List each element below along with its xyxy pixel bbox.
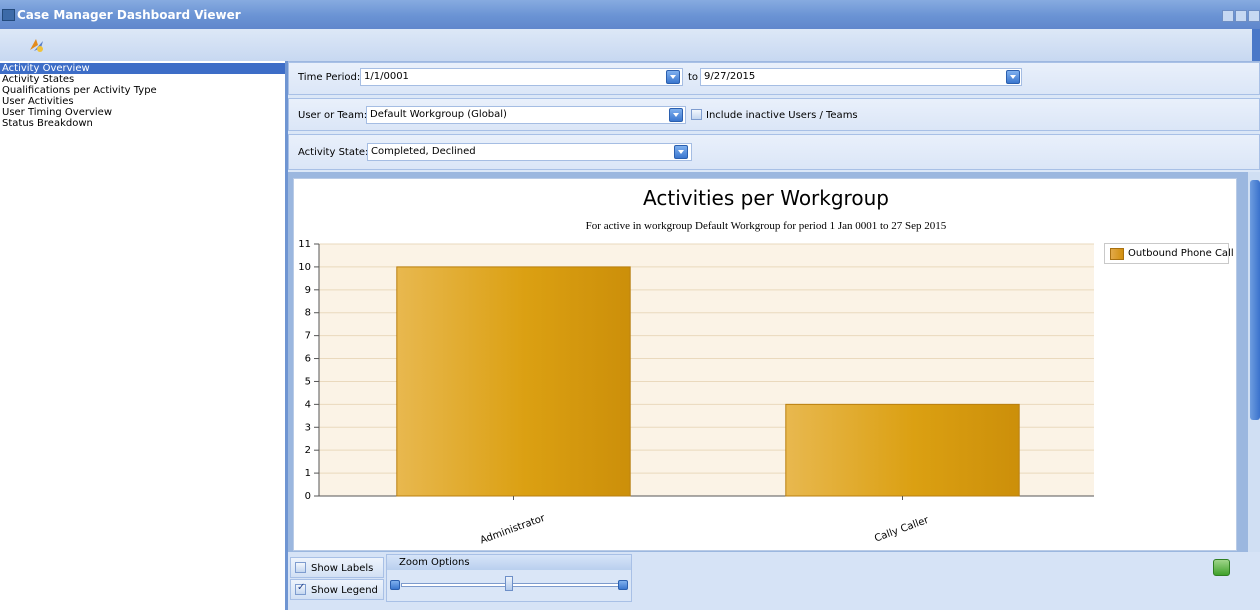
legend-swatch (1110, 248, 1124, 260)
y-tick-label: 0 (305, 491, 311, 502)
window-title: Case Manager Dashboard Viewer (17, 8, 241, 22)
list-item-user-activities[interactable]: User Activities (0, 96, 285, 107)
zoom-options-group: Zoom Options (386, 554, 632, 602)
zoom-out-button[interactable] (390, 580, 400, 590)
y-tick-label: 9 (305, 285, 311, 296)
show-legend-checkbox[interactable] (295, 582, 306, 595)
chart-title: Activities per Workgroup (643, 186, 889, 210)
y-tick-label: 6 (305, 354, 311, 365)
bar (785, 403, 1020, 497)
activity-state-dropdown-button[interactable] (674, 145, 688, 159)
x-tick-label: Cally Caller (873, 514, 931, 544)
to-label: to (688, 72, 699, 83)
y-tick-label: 7 (305, 331, 311, 342)
bar-chart: 0 1 2 3 4 5 6 7 8 9 10 11 Administrator Cally Caller (298, 239, 1094, 547)
user-team-value: Default Workgroup (Global) (370, 109, 507, 120)
list-item-activity-states[interactable]: Activity States (0, 74, 285, 85)
user-team-dropdown-button[interactable] (669, 108, 683, 122)
y-tick-label: 8 (305, 308, 311, 319)
time-from-dropdown-button[interactable] (666, 70, 680, 84)
y-tick-label: 4 (305, 399, 311, 410)
time-to-dropdown-button[interactable] (1006, 70, 1020, 84)
chart-panel: Activities per Workgroup For active in w… (293, 178, 1237, 551)
export-button[interactable] (1213, 559, 1230, 576)
toolbar (0, 29, 1260, 62)
time-period-label: Time Period: (298, 72, 361, 83)
close-button[interactable] (1248, 10, 1260, 22)
bar (396, 266, 631, 497)
y-tick-label: 10 (298, 262, 311, 273)
chart-subtitle: For active in workgroup Default Workgrou… (585, 220, 947, 232)
legend-label: Outbound Phone Call (1128, 248, 1234, 259)
dashboard-tool-icon[interactable] (28, 36, 46, 54)
user-team-label: User or Team: (298, 110, 368, 121)
user-team-combo[interactable]: Default Workgroup (Global) (366, 106, 686, 124)
app-icon (2, 9, 15, 21)
y-tick-label: 5 (305, 376, 311, 387)
show-labels-checkbox[interactable] (295, 562, 306, 573)
x-tick-label: Administrator (479, 513, 548, 547)
y-tick-label: 1 (305, 468, 311, 479)
activity-state-combo[interactable]: Completed, Declined (367, 143, 692, 161)
activity-state-label: Activity State: (298, 147, 369, 158)
zoom-options-header: Zoom Options (387, 555, 631, 570)
show-labels-option[interactable]: Show Labels (290, 557, 384, 578)
zoom-in-button[interactable] (618, 580, 628, 590)
show-labels-label: Show Labels (311, 563, 374, 574)
maximize-button[interactable] (1235, 10, 1247, 22)
zoom-slider-thumb[interactable] (505, 576, 513, 591)
list-item-user-timing[interactable]: User Timing Overview (0, 107, 285, 118)
list-item-qualifications[interactable]: Qualifications per Activity Type (0, 85, 285, 96)
time-to-value: 9/27/2015 (704, 71, 756, 82)
y-tick-label: 3 (305, 422, 311, 433)
show-legend-label: Show Legend (311, 585, 378, 596)
dashboard-list (0, 61, 288, 610)
time-from-value: 1/1/0001 (364, 71, 409, 82)
zoom-options-title: Zoom Options (399, 557, 470, 568)
time-to-combo[interactable]: 9/27/2015 (700, 68, 1022, 86)
minimize-button[interactable] (1222, 10, 1234, 22)
include-inactive-label: Include inactive Users / Teams (706, 110, 858, 121)
y-tick-label: 2 (305, 445, 311, 456)
chart-legend: Outbound Phone Call (1104, 243, 1234, 264)
toolbar-collapse-handle[interactable] (1252, 29, 1260, 61)
activity-state-value: Completed, Declined (371, 146, 476, 157)
list-item-status-breakdown[interactable]: Status Breakdown (0, 118, 285, 129)
list-item-activity-overview[interactable]: Activity Overview (0, 63, 285, 74)
include-inactive-checkbox[interactable] (691, 109, 702, 120)
scrollbar-thumb[interactable] (1250, 180, 1260, 420)
show-legend-option[interactable]: Show Legend (290, 579, 384, 600)
y-tick-label: 11 (298, 239, 311, 250)
time-from-combo[interactable]: 1/1/0001 (360, 68, 683, 86)
